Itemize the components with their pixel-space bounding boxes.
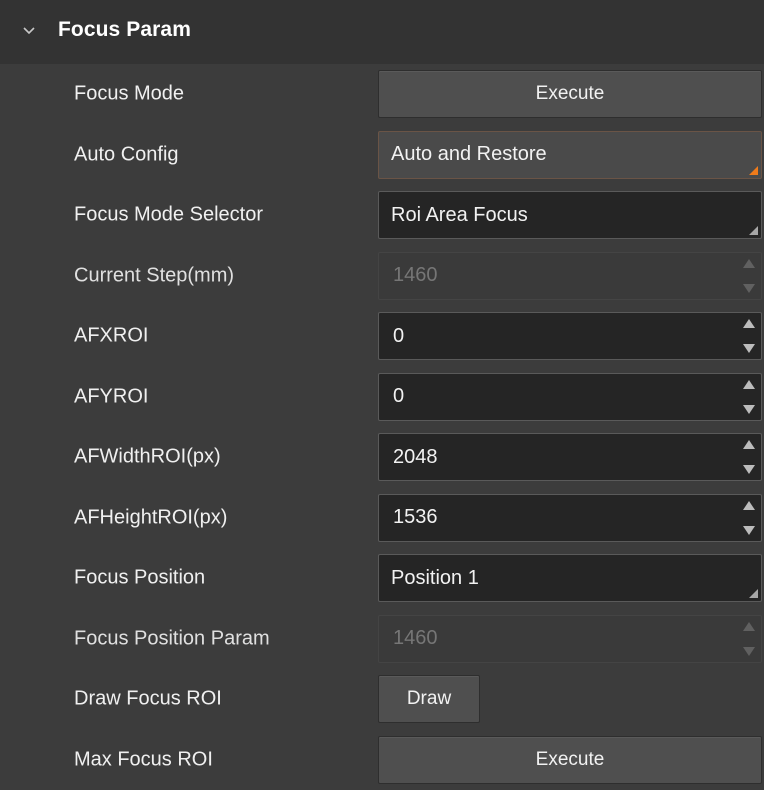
afxroi-value: 0: [393, 325, 404, 348]
spin-arrows: [739, 313, 759, 359]
focus-position-param-label: Focus Position Param: [74, 627, 270, 650]
afxroi-field[interactable]: 0: [378, 312, 762, 360]
row-focus-position-param: Focus Position Param 1460: [0, 609, 764, 670]
auto-config-value: Auto and Restore: [391, 143, 547, 166]
focus-mode-selector-select[interactable]: Roi Area Focus: [378, 191, 762, 239]
afyroi-label: AFYROI: [74, 385, 148, 408]
spin-arrows: [739, 434, 759, 480]
draw-focus-roi-label: Draw Focus ROI: [74, 688, 222, 711]
arrow-down-icon: [743, 647, 755, 656]
focus-mode-selector-value: Roi Area Focus: [391, 204, 528, 227]
afheightroi-label: AFHeightROI(px): [74, 506, 227, 529]
spin-arrows: [739, 495, 759, 541]
row-auto-config: Auto Config Auto and Restore: [0, 125, 764, 186]
focus-mode-execute-button[interactable]: Execute: [378, 70, 762, 118]
afyroi-field[interactable]: 0: [378, 373, 762, 421]
row-afwidthroi: AFWidthROI(px) 2048: [0, 427, 764, 488]
arrow-up-icon[interactable]: [743, 501, 755, 510]
row-max-focus-roi: Max Focus ROI Execute: [0, 730, 764, 790]
arrow-down-icon[interactable]: [743, 344, 755, 353]
arrow-up-icon[interactable]: [743, 319, 755, 328]
focus-position-select[interactable]: Position 1: [378, 554, 762, 602]
row-current-step: Current Step(mm) 1460: [0, 246, 764, 307]
afxroi-label: AFXROI: [74, 325, 148, 348]
spin-arrows: [739, 253, 759, 299]
arrow-up-icon[interactable]: [743, 440, 755, 449]
arrow-down-icon[interactable]: [743, 405, 755, 414]
focus-position-label: Focus Position: [74, 567, 205, 590]
focus-position-value: Position 1: [391, 567, 479, 590]
row-focus-mode-selector: Focus Mode Selector Roi Area Focus: [0, 185, 764, 246]
afwidthroi-value: 2048: [393, 446, 438, 469]
afwidthroi-label: AFWidthROI(px): [74, 446, 221, 469]
dropdown-corner-icon: [749, 589, 758, 598]
row-draw-focus-roi: Draw Focus ROI Draw: [0, 669, 764, 730]
focus-param-list: Focus Mode Execute Auto Config Auto and …: [0, 64, 764, 790]
current-step-label: Current Step(mm): [74, 264, 234, 287]
afheightroi-value: 1536: [393, 506, 438, 529]
row-afyroi: AFYROI 0: [0, 367, 764, 428]
spin-arrows: [739, 616, 759, 662]
focus-mode-selector-label: Focus Mode Selector: [74, 204, 263, 227]
arrow-down-icon[interactable]: [743, 526, 755, 535]
spin-arrows: [739, 374, 759, 420]
arrow-down-icon: [743, 284, 755, 293]
arrow-up-icon[interactable]: [743, 380, 755, 389]
dropdown-corner-icon: [749, 226, 758, 235]
auto-config-label: Auto Config: [74, 143, 179, 166]
afyroi-value: 0: [393, 385, 404, 408]
draw-focus-roi-button[interactable]: Draw: [378, 675, 480, 723]
max-focus-roi-label: Max Focus ROI: [74, 748, 213, 771]
row-afheightroi: AFHeightROI(px) 1536: [0, 488, 764, 549]
arrow-up-icon: [743, 622, 755, 631]
current-step-value: 1460: [393, 264, 438, 287]
row-focus-position: Focus Position Position 1: [0, 548, 764, 609]
arrow-down-icon[interactable]: [743, 465, 755, 474]
afheightroi-field[interactable]: 1536: [378, 494, 762, 542]
current-step-field: 1460: [378, 252, 762, 300]
focus-position-param-field: 1460: [378, 615, 762, 663]
afwidthroi-field[interactable]: 2048: [378, 433, 762, 481]
dropdown-corner-icon: [749, 166, 758, 175]
row-focus-mode: Focus Mode Execute: [0, 64, 764, 125]
auto-config-select[interactable]: Auto and Restore: [378, 131, 762, 179]
chevron-down-icon[interactable]: [18, 20, 40, 42]
focus-param-header[interactable]: Focus Param: [0, 0, 764, 64]
panel-title: Focus Param: [58, 18, 191, 42]
arrow-up-icon: [743, 259, 755, 268]
focus-mode-label: Focus Mode: [74, 83, 184, 106]
max-focus-roi-execute-button[interactable]: Execute: [378, 736, 762, 784]
row-afxroi: AFXROI 0: [0, 306, 764, 367]
focus-position-param-value: 1460: [393, 627, 438, 650]
